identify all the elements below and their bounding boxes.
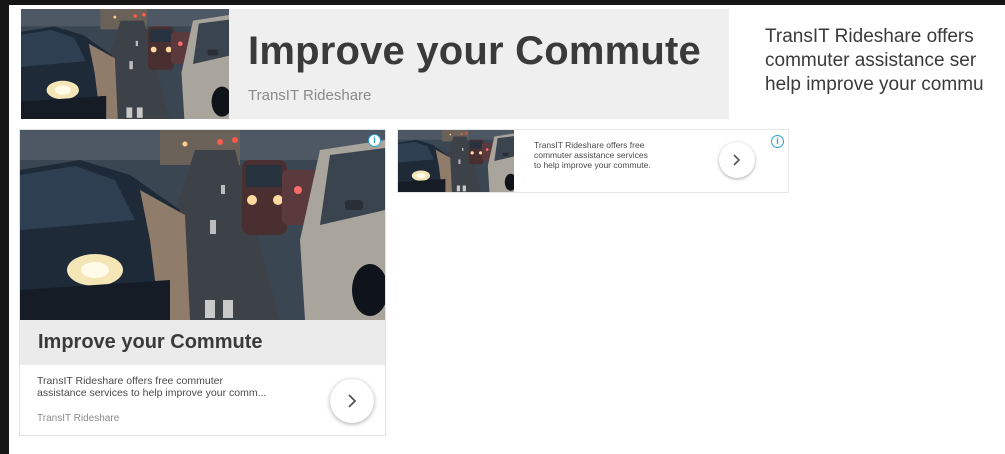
large-card-ad-brand: TransIT Rideshare bbox=[37, 413, 120, 424]
adchoices-icon[interactable]: i bbox=[368, 134, 381, 147]
banner-ad-brand: TransIT Rideshare bbox=[248, 87, 372, 104]
banner-ad-image[interactable] bbox=[21, 9, 229, 119]
small-card-open-button[interactable] bbox=[719, 142, 755, 178]
small-card-ad[interactable]: TransIT Rideshare offers free commuter a… bbox=[397, 129, 789, 193]
large-card-open-button[interactable] bbox=[330, 379, 374, 423]
banner-ad-headline-area[interactable]: Improve your Commute TransIT Rideshare bbox=[229, 9, 729, 119]
large-card-title-band: Improve your Commute bbox=[20, 320, 385, 365]
chevron-right-icon bbox=[733, 154, 741, 166]
banner-ad-description: TransIT Rideshare offers commuter assist… bbox=[765, 26, 984, 95]
ad-preview-canvas: Improve your Commute TransIT Rideshare T… bbox=[9, 5, 1005, 454]
traffic-photo-icon bbox=[21, 9, 229, 119]
small-card-ad-description: TransIT Rideshare offers free commuter a… bbox=[534, 140, 651, 170]
banner-ad-title: Improve your Commute bbox=[248, 29, 701, 73]
small-card-ad-image bbox=[398, 130, 514, 192]
large-card-ad[interactable]: i Improve your Commute TransIT Rideshare… bbox=[19, 129, 386, 436]
traffic-photo-icon bbox=[398, 130, 514, 192]
adchoices-icon[interactable]: i bbox=[771, 135, 784, 148]
large-card-ad-description: TransIT Rideshare offers free commuter a… bbox=[37, 375, 267, 399]
chevron-right-icon bbox=[348, 394, 357, 408]
large-card-ad-image bbox=[20, 130, 385, 320]
traffic-photo-icon bbox=[20, 130, 385, 320]
large-card-ad-title: Improve your Commute bbox=[38, 331, 263, 353]
